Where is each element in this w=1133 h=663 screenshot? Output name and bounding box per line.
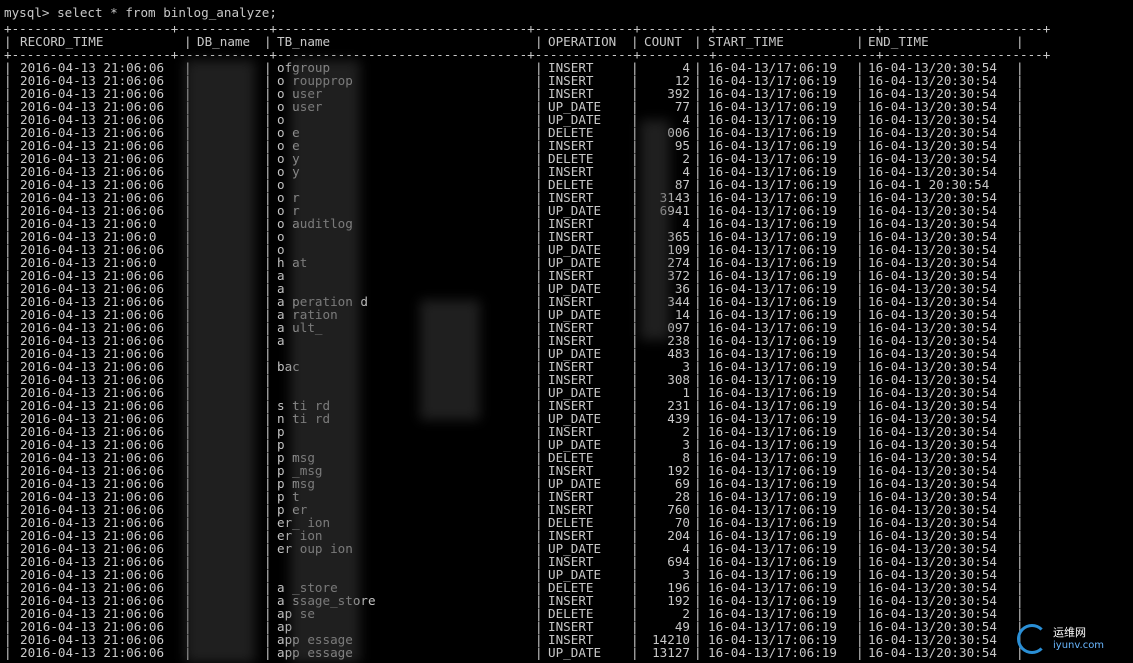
privacy-blur — [290, 60, 360, 663]
privacy-blur — [420, 300, 480, 420]
pipe: | — [856, 645, 864, 660]
watermark-domain: iyunv.com — [1053, 640, 1105, 651]
table-cell: UP_DATE — [548, 645, 602, 660]
table-cell: 2016-04-13 21:06:06 — [20, 645, 165, 660]
watermark-text: 运维网 iyunv.com — [1053, 626, 1104, 652]
site-logo-icon — [1017, 624, 1047, 654]
site-watermark: 运维网 iyunv.com — [1017, 619, 1127, 659]
pipe: | — [694, 645, 702, 660]
table-row: ||||||||2016-04-13 21:06:06app essageUP_… — [4, 646, 1024, 659]
watermark-brand: 运维网 — [1053, 626, 1086, 639]
privacy-blur — [640, 120, 670, 340]
result-rows: ||||||||2016-04-13 21:06:06ofgroupINSERT… — [4, 61, 1024, 659]
table-cell: 16-04-13/17:06:19 — [708, 645, 837, 660]
pipe: | — [631, 645, 639, 660]
mysql-prompt: mysql> select * from binlog_analyze; — [4, 5, 277, 20]
privacy-blur — [185, 60, 255, 663]
pipe: | — [535, 645, 543, 660]
table-cell: 13127 — [652, 645, 690, 660]
table-cell: 16-04-13/20:30:54 — [868, 645, 997, 660]
pipe: | — [264, 645, 272, 660]
pipe: | — [4, 645, 12, 660]
